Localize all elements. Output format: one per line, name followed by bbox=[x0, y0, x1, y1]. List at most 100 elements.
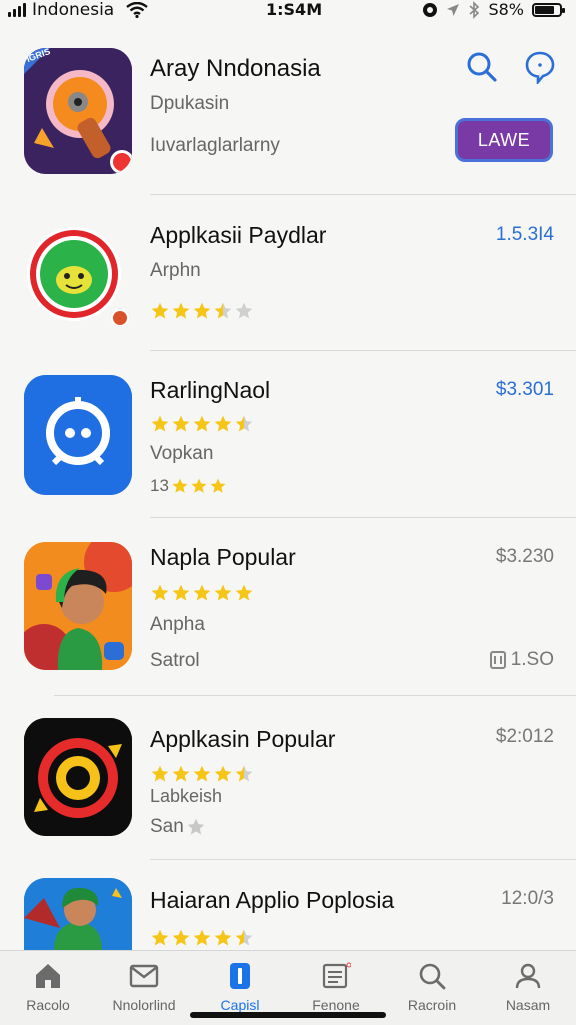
app-price[interactable]: 1.5.3I4 bbox=[496, 224, 554, 246]
star-icon bbox=[191, 478, 207, 493]
inbox-icon bbox=[129, 964, 159, 988]
download-size-icon bbox=[489, 651, 506, 669]
clock: 1:S4M bbox=[266, 0, 323, 19]
star-icon bbox=[172, 929, 190, 946]
app-title: Napla Popular bbox=[150, 544, 296, 570]
app-row[interactable]: Haiaran Applio Poplosia 12:0/3 bbox=[0, 860, 576, 950]
star-icon bbox=[151, 415, 169, 432]
divider bbox=[150, 194, 576, 195]
star-icon bbox=[235, 302, 253, 319]
chat-bubble-icon bbox=[525, 51, 555, 84]
app-meta: Satrol bbox=[150, 650, 200, 671]
star-icon bbox=[193, 415, 211, 432]
star-icon bbox=[172, 302, 190, 319]
app-row[interactable]: RarlingNaol Vopkan 13 $3.301 bbox=[0, 351, 576, 518]
app-title: Applkasin Popular bbox=[150, 726, 336, 752]
carrier-label: Indonesia bbox=[32, 0, 115, 20]
app-subtitle: Arphn bbox=[150, 260, 201, 281]
tab-racroin[interactable]: Racroin bbox=[384, 951, 480, 1025]
header-app-title: Aray Nndonasia bbox=[150, 55, 321, 82]
apps-icon bbox=[230, 963, 250, 989]
star-icon bbox=[151, 584, 169, 601]
app-subtitle: Labkeish bbox=[150, 786, 223, 806]
search-icon bbox=[419, 963, 446, 990]
app-icon bbox=[24, 878, 132, 950]
app-row[interactable]: Applkasii Paydlar Arphn 1.5.3I4 bbox=[0, 196, 576, 351]
tab-nasam[interactable]: Nasam bbox=[480, 951, 576, 1025]
list-icon bbox=[322, 962, 351, 989]
tab-nnolorlind[interactable]: Nnolorlind bbox=[96, 951, 192, 1025]
star-icon bbox=[235, 929, 253, 946]
star-icon bbox=[235, 415, 253, 432]
app-icon bbox=[24, 718, 132, 836]
header-app-icon[interactable] bbox=[24, 48, 132, 174]
chat-button[interactable] bbox=[522, 49, 558, 85]
star-icon bbox=[214, 929, 232, 946]
app-price[interactable]: $3.230 bbox=[496, 546, 554, 568]
battery-icon bbox=[532, 2, 565, 17]
star-icon bbox=[210, 478, 226, 493]
person-icon bbox=[515, 963, 541, 989]
rating-stars bbox=[150, 583, 254, 603]
star-icon bbox=[172, 478, 188, 493]
star-icon bbox=[214, 584, 232, 601]
star-icon bbox=[151, 929, 169, 946]
app-icon bbox=[24, 542, 132, 670]
star-icon bbox=[214, 765, 232, 782]
lawe-button[interactable]: LAWE bbox=[455, 118, 553, 162]
tab-label: Capisl bbox=[220, 997, 260, 1013]
tab-label: Racroin bbox=[407, 997, 457, 1013]
star-icon bbox=[151, 302, 169, 319]
header-app-row: IGRIS Aray Nndonasia Dpukasin Iuvarlagla… bbox=[0, 40, 576, 195]
focus-mode-icon bbox=[423, 2, 438, 17]
star-icon bbox=[235, 765, 253, 782]
app-title: Haiaran Applio Poplosia bbox=[150, 887, 395, 913]
app-price[interactable]: $2:012 bbox=[496, 726, 554, 748]
rating-stars bbox=[150, 414, 254, 434]
header-app-category: Iuvarlaglarlarny bbox=[150, 135, 280, 156]
app-icon bbox=[24, 218, 132, 326]
tab-label: Fenone bbox=[312, 997, 360, 1013]
app-row[interactable]: Napla Popular Anpha Satrol $3.230 1.SO bbox=[0, 518, 576, 696]
tab-label: Nasam bbox=[505, 997, 551, 1013]
status-bar: Indonesia 1:S4M S8% bbox=[0, 0, 576, 22]
app-icon bbox=[24, 375, 132, 495]
app-meta: San bbox=[150, 816, 206, 838]
mini-stars bbox=[171, 477, 227, 495]
cellular-signal-icon bbox=[8, 3, 26, 17]
star-outline-icon bbox=[187, 818, 205, 835]
rating-stars bbox=[150, 764, 254, 784]
star-icon bbox=[193, 302, 211, 319]
star-icon bbox=[193, 584, 211, 601]
search-button[interactable] bbox=[464, 49, 500, 85]
app-size-text: 1.SO bbox=[510, 649, 554, 670]
app-size: 1.SO bbox=[489, 649, 554, 671]
tab-label: Nnolorlind bbox=[112, 997, 176, 1013]
app-meta-text: 13 bbox=[150, 476, 169, 495]
star-icon bbox=[151, 765, 169, 782]
star-icon bbox=[193, 929, 211, 946]
star-icon bbox=[172, 584, 190, 601]
header-app-subtitle: Dpukasin bbox=[150, 93, 230, 114]
app-meta: 13 bbox=[150, 476, 227, 496]
star-icon bbox=[172, 765, 190, 782]
star-icon bbox=[235, 584, 253, 601]
bluetooth-icon bbox=[469, 0, 480, 19]
home-icon bbox=[36, 964, 60, 988]
app-price[interactable]: $3.301 bbox=[496, 379, 554, 401]
rating-stars bbox=[150, 301, 254, 321]
home-indicator bbox=[190, 1012, 386, 1018]
app-row[interactable]: Applkasin Popular Labkeish San $2:012 bbox=[0, 696, 576, 860]
star-icon bbox=[193, 765, 211, 782]
location-icon bbox=[447, 3, 460, 16]
battery-percent: S8% bbox=[488, 0, 524, 19]
search-icon bbox=[467, 52, 497, 82]
app-price[interactable]: 12:0/3 bbox=[501, 888, 554, 910]
app-subtitle: Anpha bbox=[150, 614, 205, 635]
tab-racolo[interactable]: Racolo bbox=[0, 951, 96, 1025]
app-title: RarlingNaol bbox=[150, 377, 271, 403]
app-subtitle: Vopkan bbox=[150, 443, 214, 464]
rating-stars bbox=[150, 928, 254, 948]
app-meta-text: San bbox=[150, 816, 184, 837]
tab-label: Racolo bbox=[26, 997, 70, 1013]
